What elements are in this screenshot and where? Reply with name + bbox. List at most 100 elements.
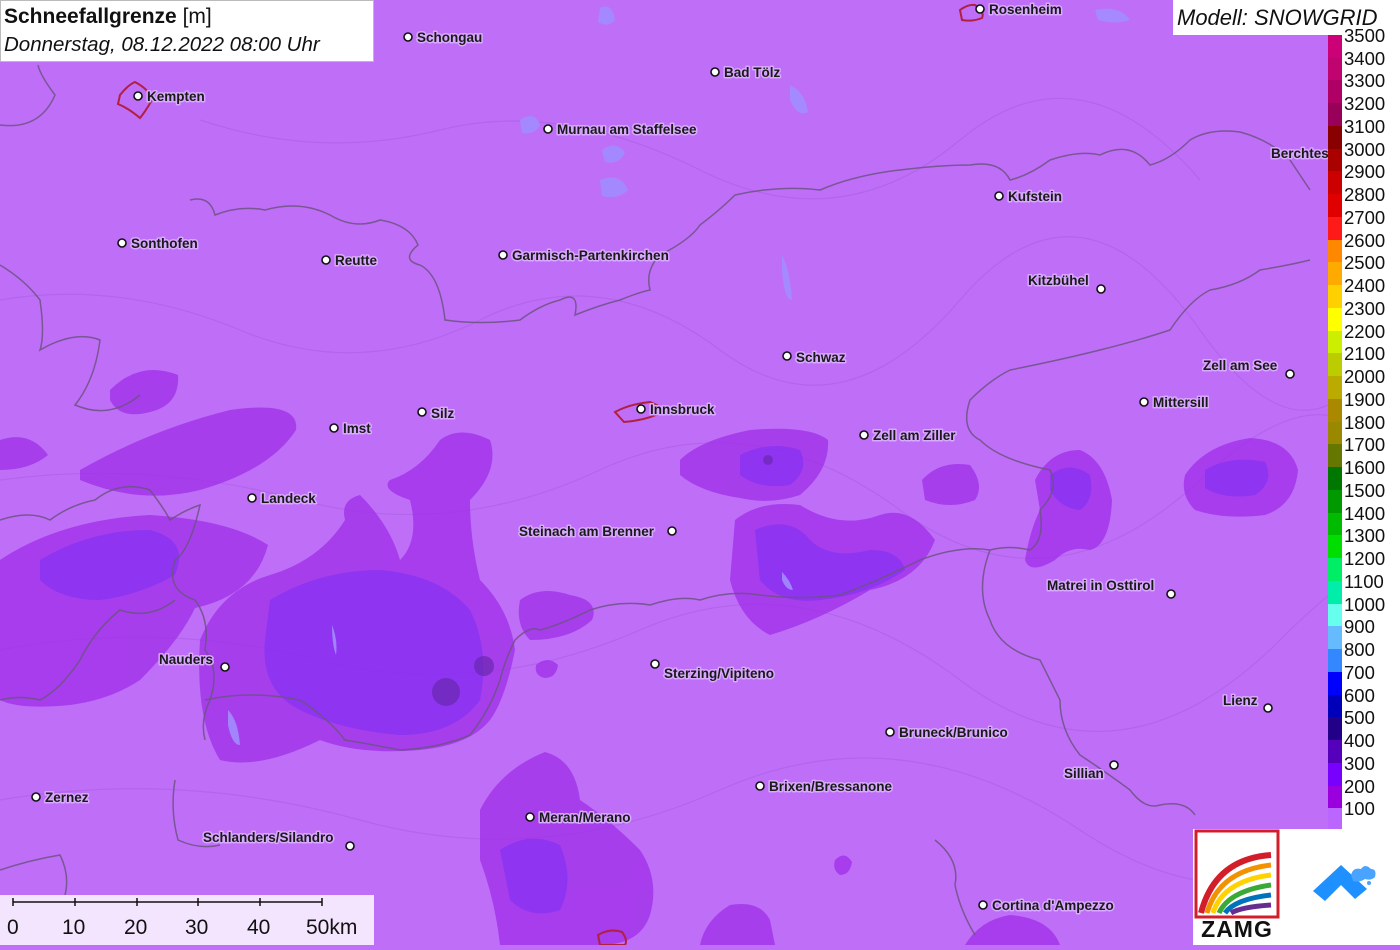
color-legend: 3500 3400 3300 3200 3100 3000 2900 2800 2700 2600…	[1328, 26, 1400, 832]
zamg-rainbow-icon	[1194, 829, 1280, 919]
title-main: Schneefallgrenze	[4, 5, 177, 28]
map-title: Schneefallgrenze [m]	[4, 3, 373, 31]
legend-swatch-2200	[1328, 330, 1342, 354]
legend-swatch-3200	[1328, 103, 1342, 127]
zamg-logo[interactable]: ZAMG	[1193, 829, 1281, 945]
legend-swatch-2000	[1328, 376, 1342, 400]
scale-tick-20: 20	[124, 916, 148, 939]
legend-label-3500: 3500	[1344, 25, 1386, 46]
city-cortina: Cortina d'Ampezzo	[978, 897, 1115, 915]
svg-text:Zell am See: Zell am See	[1203, 358, 1278, 373]
map-title-box: Schneefallgrenze [m] Donnerstag, 08.12.2…	[0, 0, 374, 62]
svg-text:Rosenheim: Rosenheim	[989, 2, 1062, 17]
city-brixen: Brixen/Bressanone	[755, 778, 894, 796]
svg-text:Mittersill: Mittersill	[1153, 395, 1209, 410]
city-garmisch: Garmisch-Partenkirchen	[498, 247, 670, 265]
legend-label-1800: 1800	[1344, 411, 1386, 433]
legend-swatch-1300	[1328, 535, 1342, 559]
legend-label-3000: 3000	[1344, 138, 1386, 160]
legend-swatch-2800	[1328, 194, 1342, 218]
legend-label-800: 800	[1344, 639, 1375, 661]
scale-bar: 0 10 20 30 40 50km	[0, 895, 374, 945]
legend-swatch-900	[1328, 626, 1342, 650]
legend-swatch-400	[1328, 740, 1342, 764]
legend-label-2400: 2400	[1344, 275, 1386, 297]
legend-swatch-3400	[1328, 57, 1342, 81]
legend-label-2600: 2600	[1344, 229, 1386, 251]
legend-swatch-1700	[1328, 444, 1342, 468]
legend-label-2100: 2100	[1344, 343, 1386, 365]
svg-text:Murnau am Staffelsee: Murnau am Staffelsee	[557, 122, 697, 137]
legend-swatch-3000	[1328, 148, 1342, 172]
svg-text:Sterzing/Vipiteno: Sterzing/Vipiteno	[664, 666, 774, 681]
legend-label-2900: 2900	[1344, 161, 1386, 183]
legend-swatch-2100	[1328, 353, 1342, 377]
scale-tick-30: 30	[185, 916, 209, 939]
legend-label-100: 100	[1344, 798, 1375, 820]
legend-label-1500: 1500	[1344, 479, 1386, 501]
svg-text:Lienz: Lienz	[1223, 693, 1258, 708]
svg-text:Zernez: Zernez	[45, 790, 89, 805]
legend-label-1700: 1700	[1344, 434, 1386, 456]
svg-text:Schlanders/Silandro: Schlanders/Silandro	[203, 830, 334, 845]
legend-swatch-500	[1328, 717, 1342, 741]
svg-text:Schwaz: Schwaz	[796, 350, 846, 365]
legend-label-2500: 2500	[1344, 252, 1386, 274]
legend-swatch-1100	[1328, 580, 1342, 605]
svg-text:Sonthofen: Sonthofen	[131, 236, 198, 251]
legend-swatch-1200	[1328, 558, 1342, 582]
svg-text:Matrei in Osttirol: Matrei in Osttirol	[1047, 578, 1154, 593]
legend-swatch-2700	[1328, 216, 1342, 241]
legend-swatch-3300	[1328, 80, 1342, 104]
legend-label-600: 600	[1344, 684, 1375, 706]
svg-text:Imst: Imst	[343, 421, 371, 436]
legend-label-300: 300	[1344, 752, 1375, 774]
legend-swatch-200	[1328, 785, 1342, 809]
legend-swatch-800	[1328, 649, 1342, 673]
legend-label-2800: 2800	[1344, 184, 1386, 206]
svg-text:Innsbruck: Innsbruck	[650, 402, 715, 417]
svg-text:Kufstein: Kufstein	[1008, 189, 1062, 204]
svg-text:Zell am Ziller: Zell am Ziller	[873, 428, 956, 443]
city-bruneck: Bruneck/Brunico	[885, 724, 1009, 742]
legend-label-1400: 1400	[1344, 502, 1386, 524]
svg-text:Kitzbühel: Kitzbühel	[1028, 273, 1089, 288]
city-steinach: Steinach am Brenner	[518, 523, 677, 541]
legend-label-1600: 1600	[1344, 457, 1386, 479]
legend-label-1300: 1300	[1344, 525, 1386, 547]
legend-label-2700: 2700	[1344, 206, 1386, 228]
legend-swatch-2600	[1328, 239, 1342, 263]
legend-swatch-2400	[1328, 285, 1342, 309]
scale-tick-10: 10	[62, 916, 86, 939]
snowfall-line-map: Rosenheim Schongau Kempten Bad Tölz Murn…	[0, 0, 1400, 945]
legend-swatch-1600	[1328, 467, 1342, 491]
legend-label-400: 400	[1344, 730, 1375, 752]
legend-swatch-1400	[1328, 512, 1342, 536]
legend-swatch-300	[1328, 762, 1342, 786]
svg-text:Bad Tölz: Bad Tölz	[724, 65, 780, 80]
legend-swatch-1800	[1328, 421, 1342, 445]
legend-swatch-700	[1328, 671, 1342, 696]
snowgrid-logo[interactable]	[1281, 829, 1400, 945]
svg-text:Berchtes: Berchtes	[1271, 146, 1329, 161]
svg-text:Garmisch-Partenkirchen: Garmisch-Partenkirchen	[512, 248, 669, 263]
svg-text:Schongau: Schongau	[417, 30, 482, 45]
legend-swatch-600	[1328, 694, 1342, 718]
city-berchtesgaden: Berchtes	[1270, 145, 1331, 163]
svg-text:Sillian: Sillian	[1064, 766, 1104, 781]
snowgrid-cloud-icon	[1313, 865, 1376, 901]
svg-text:Brixen/Bressanone: Brixen/Bressanone	[769, 779, 893, 794]
legend-swatch-100	[1328, 808, 1342, 832]
legend-label-2300: 2300	[1344, 297, 1386, 319]
zamg-logo-text: ZAMG	[1201, 916, 1273, 942]
svg-text:Bruneck/Brunico: Bruneck/Brunico	[899, 725, 1008, 740]
legend-label-3200: 3200	[1344, 93, 1386, 115]
city-meran: Meran/Merano	[525, 809, 632, 827]
svg-text:Landeck: Landeck	[261, 491, 316, 506]
legend-label-1100: 1100	[1344, 570, 1384, 592]
legend-label-1900: 1900	[1344, 388, 1386, 410]
legend-swatch-1000	[1328, 603, 1342, 627]
legend-swatch-2900	[1328, 171, 1342, 195]
legend-label-700: 700	[1344, 661, 1375, 683]
svg-text:Silz: Silz	[431, 406, 455, 421]
